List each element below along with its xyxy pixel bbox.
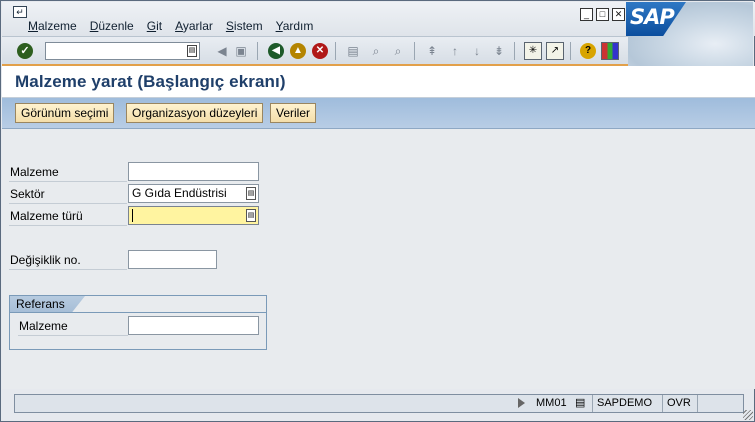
toolbar-separator [414, 42, 415, 60]
material-type-label: Malzeme türü [10, 209, 83, 223]
minimize-button[interactable]: _ [580, 8, 593, 21]
status-transaction: MM01 [536, 397, 567, 409]
sap-logo: SAP [626, 2, 686, 36]
reference-group: Referans Malzeme [9, 295, 267, 350]
status-system: SAPDEMO [592, 395, 656, 412]
reference-material-label: Malzeme [19, 319, 68, 333]
toolbar-separator [335, 42, 336, 60]
find-next-icon[interactable]: ⌕ [390, 43, 406, 59]
exit-icon[interactable]: ▲ [290, 43, 306, 59]
status-popup-icon[interactable]: ▤ [571, 395, 591, 412]
back-arrow-icon[interactable]: ◀ [214, 43, 230, 59]
sap-window: ↵ Malzeme Düzenle Git Ayarlar Sistem Yar… [0, 0, 755, 422]
command-field[interactable]: ▤ [45, 42, 200, 60]
save-icon[interactable]: ▣ [233, 43, 249, 59]
menu-item-malzeme[interactable]: Malzeme [28, 19, 77, 33]
value-help-icon[interactable]: ▤ [246, 187, 256, 200]
page-title: Malzeme yarat (Başlangıç ekranı) [15, 72, 286, 91]
menu-item-ayarlar[interactable]: Ayarlar [175, 19, 213, 33]
back-icon[interactable]: ◀ [268, 43, 284, 59]
resize-grip[interactable] [743, 410, 753, 420]
main-content: Malzeme Sektör G Gıda Endüstrisi ▤ Malze… [2, 129, 755, 389]
reference-group-title: Referans [16, 297, 65, 311]
maximize-button[interactable]: □ [596, 8, 609, 21]
status-expand-icon[interactable] [518, 398, 525, 408]
text-cursor [132, 209, 133, 222]
cancel-icon[interactable]: ✕ [312, 43, 328, 59]
menu-item-duzenle[interactable]: Düzenle [90, 19, 134, 33]
label-underline [9, 181, 127, 182]
find-icon[interactable]: ⌕ [368, 43, 384, 59]
standard-toolbar: ✓ ▤ ◀ ▣ ◀ ▲ ✕ ▤ ⌕ ⌕ ⇞ ↑ ↓ ⇟ ✳ ↗ ? [2, 36, 628, 65]
status-bar: MM01 ▤ SAPDEMO OVR [14, 394, 744, 413]
change-no-input[interactable] [128, 250, 217, 269]
menu-items: Malzeme Düzenle Git Ayarlar Sistem Yardı… [28, 19, 326, 33]
toolbar-separator [570, 42, 571, 60]
material-type-input[interactable]: ▤ [128, 206, 259, 225]
close-button[interactable]: ✕ [612, 8, 625, 21]
sector-input[interactable]: G Gıda Endüstrisi ▤ [128, 184, 259, 203]
org-levels-button[interactable]: Organizasyon düzeyleri [126, 103, 264, 123]
group-title-line [10, 312, 266, 313]
value-help-icon[interactable]: ▤ [246, 209, 256, 222]
shortcut-icon[interactable]: ↗ [546, 42, 564, 60]
menu-item-sistem[interactable]: Sistem [226, 19, 263, 33]
first-page-icon[interactable]: ⇞ [424, 43, 440, 59]
view-selection-button[interactable]: Görünüm seçimi [15, 103, 115, 123]
help-icon[interactable]: ? [580, 43, 596, 59]
layout-menu-icon[interactable] [601, 42, 619, 60]
material-label: Malzeme [10, 165, 59, 179]
label-underline [9, 203, 127, 204]
window-controls: _ □ ✕ [580, 8, 625, 21]
toolbar-separator [257, 42, 258, 60]
previous-page-icon[interactable]: ↑ [447, 43, 463, 59]
system-menu-icon[interactable]: ↵ [13, 6, 27, 18]
status-mode[interactable]: OVR [662, 395, 695, 412]
menu-item-yardim[interactable]: Yardım [276, 19, 314, 33]
sector-value: G Gıda Endüstrisi [132, 186, 227, 200]
application-toolbar: Görünüm seçimi Organizasyon düzeyleri Ve… [2, 98, 755, 129]
data-button[interactable]: Veriler [270, 103, 317, 123]
sap-logo-area: SAP [626, 2, 753, 72]
enter-icon[interactable]: ✓ [17, 43, 33, 59]
command-history-icon[interactable]: ▤ [187, 45, 197, 57]
label-underline [18, 335, 128, 336]
reference-material-input[interactable] [128, 316, 259, 335]
status-empty-segment [697, 395, 721, 412]
next-page-icon[interactable]: ↓ [469, 43, 485, 59]
menu-item-git[interactable]: Git [147, 19, 162, 33]
sector-label: Sektör [10, 187, 45, 201]
label-underline [9, 225, 127, 226]
create-session-icon[interactable]: ✳ [524, 42, 542, 60]
toolbar-separator [514, 42, 515, 60]
last-page-icon[interactable]: ⇟ [491, 43, 507, 59]
material-input[interactable] [128, 162, 259, 181]
title-bar: Malzeme yarat (Başlangıç ekranı) [2, 66, 755, 98]
change-no-label: Değişiklik no. [10, 253, 81, 267]
label-underline [9, 269, 127, 270]
print-icon[interactable]: ▤ [345, 43, 361, 59]
